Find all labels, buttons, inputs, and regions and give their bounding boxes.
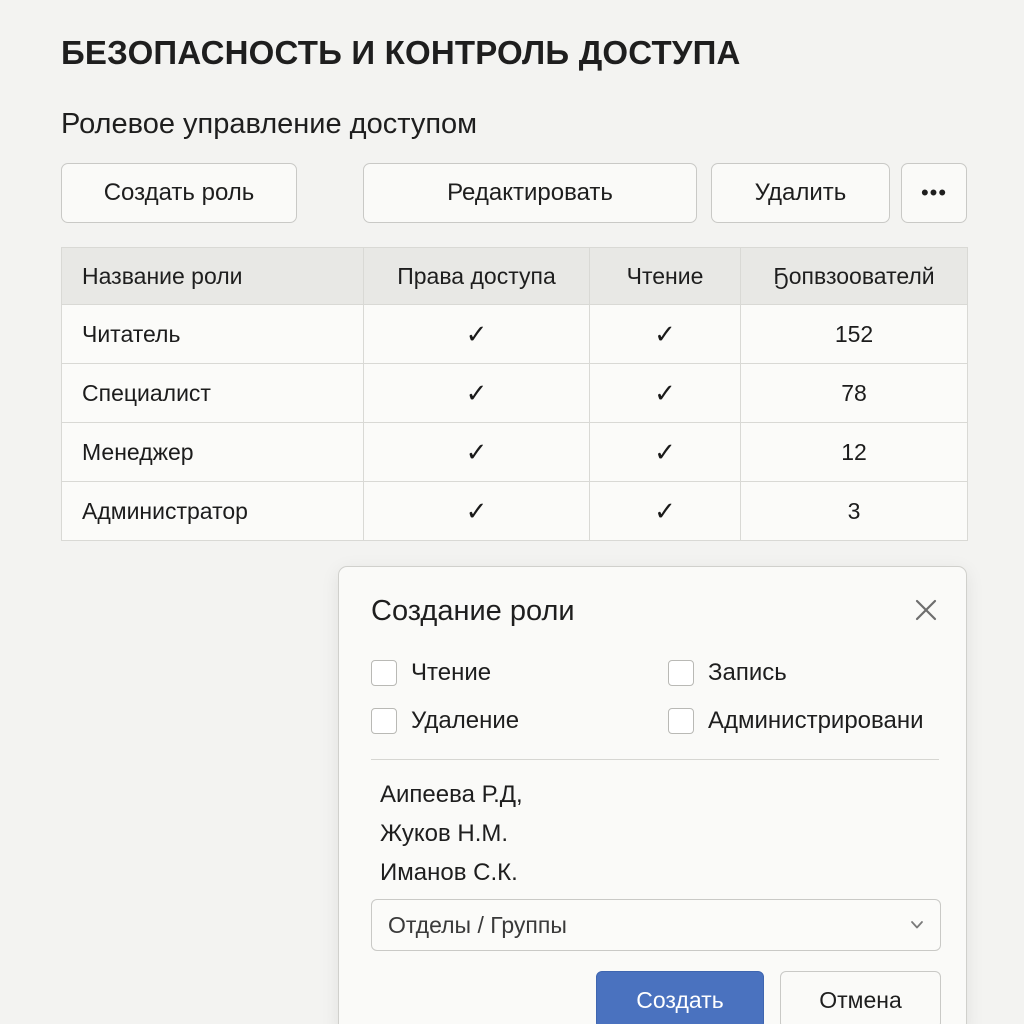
user-count-cell: 78 bbox=[740, 363, 968, 423]
create-role-button[interactable]: Создать роль bbox=[61, 163, 297, 223]
checkbox-box[interactable] bbox=[371, 708, 397, 734]
read-checkbox[interactable]: Чтение bbox=[371, 659, 491, 687]
user-count-cell: 3 bbox=[740, 481, 968, 541]
write-checkbox[interactable]: Запись bbox=[668, 659, 787, 687]
checkmark-icon: ✓ bbox=[654, 318, 676, 349]
roles-table: Название роли Права доступа Чтение Ҕопвз… bbox=[61, 247, 968, 541]
checkmark-icon: ✓ bbox=[465, 318, 488, 349]
table-header-row: Название роли Права доступа Чтение Ҕопвз… bbox=[61, 247, 968, 305]
checkmark-icon: ✓ bbox=[654, 436, 676, 467]
user-count-cell: 12 bbox=[740, 422, 968, 482]
table-row[interactable]: Менеджер ✓ ✓ 12 bbox=[61, 422, 968, 482]
checkbox-box[interactable] bbox=[668, 708, 694, 734]
checkmark-icon: ✓ bbox=[465, 436, 488, 467]
page: БЕЗОПАСНОСТЬ И КОНТРОЛЬ ДОСТУПА Ролевое … bbox=[0, 0, 1024, 1024]
role-name-cell: Администратор bbox=[61, 481, 364, 541]
header-role-name[interactable]: Название роли bbox=[61, 247, 364, 305]
user-list-item[interactable]: Иманов С.К. bbox=[380, 859, 518, 887]
write-checkbox-label: Запись bbox=[708, 659, 787, 686]
chevron-down-icon bbox=[911, 921, 923, 929]
checkmark-icon: ✓ bbox=[654, 495, 676, 526]
role-name-cell: Читатель bbox=[61, 304, 364, 364]
submit-create-button[interactable]: Создать bbox=[596, 971, 764, 1024]
checkbox-box[interactable] bbox=[371, 660, 397, 686]
edit-button[interactable]: Редактировать bbox=[363, 163, 697, 223]
section-title: Ролевое управление доступом bbox=[61, 108, 478, 140]
create-role-dialog: Создание роли Чтение Запись Удаление Адм… bbox=[338, 566, 967, 1024]
checkmark-icon: ✓ bbox=[465, 495, 488, 526]
role-name-cell: Менеджер bbox=[61, 422, 364, 482]
dialog-title: Создание роли bbox=[371, 595, 575, 627]
checkmark-icon: ✓ bbox=[465, 377, 488, 408]
divider bbox=[371, 759, 939, 760]
admin-checkbox[interactable]: Администрировани bbox=[668, 707, 924, 735]
user-list-item[interactable]: Аипеева Р.Д, bbox=[380, 781, 523, 809]
more-options-button[interactable]: ••• bbox=[901, 163, 967, 223]
user-count-cell: 152 bbox=[740, 304, 968, 364]
delete-button[interactable]: Удалить bbox=[711, 163, 890, 223]
user-list-item[interactable]: Жуков Н.М. bbox=[380, 820, 508, 848]
role-name-cell: Специалист bbox=[61, 363, 364, 423]
header-read[interactable]: Чтение bbox=[589, 247, 741, 305]
table-row[interactable]: Специалист ✓ ✓ 78 bbox=[61, 363, 968, 423]
checkmark-icon: ✓ bbox=[654, 377, 676, 408]
table-row[interactable]: Читатель ✓ ✓ 152 bbox=[61, 304, 968, 364]
admin-checkbox-label: Администрировани bbox=[708, 707, 924, 734]
delete-checkbox[interactable]: Удаление bbox=[371, 707, 519, 735]
checkbox-box[interactable] bbox=[668, 660, 694, 686]
table-row[interactable]: Администратор ✓ ✓ 3 bbox=[61, 481, 968, 541]
page-title: БЕЗОПАСНОСТЬ И КОНТРОЛЬ ДОСТУПА bbox=[61, 34, 741, 71]
departments-groups-select[interactable]: Отделы / Группы bbox=[371, 899, 941, 951]
header-users[interactable]: Ҕопвзоователй bbox=[740, 247, 968, 305]
close-icon[interactable] bbox=[913, 597, 939, 623]
read-checkbox-label: Чтение bbox=[411, 659, 492, 686]
select-value: Отделы / Группы bbox=[388, 911, 567, 938]
cancel-button[interactable]: Отмена bbox=[780, 971, 941, 1024]
header-access-rights[interactable]: Права доступа bbox=[363, 247, 590, 305]
delete-checkbox-label: Удаление bbox=[411, 707, 520, 734]
